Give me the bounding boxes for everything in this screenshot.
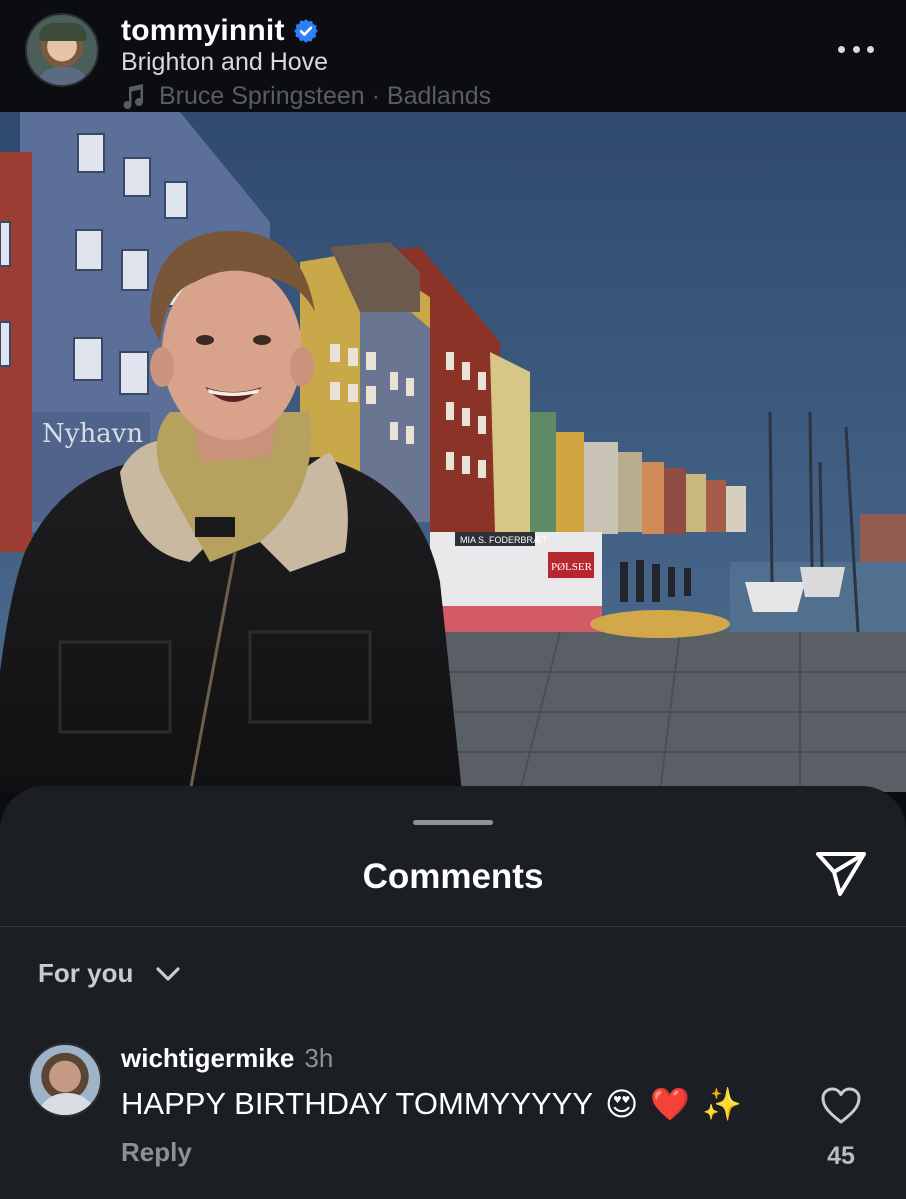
post-photo[interactable]: Nyhavn MIA S. FODERBRÆT PØLSER <box>0 112 906 792</box>
post-location[interactable]: Brighton and Hove <box>121 48 328 77</box>
like-count: 45 <box>827 1142 855 1170</box>
comment-body: HAPPY BIRTHDAY TOMMYYYYY 😍 ❤️ ✨ <box>121 1086 742 1122</box>
chevron-down-icon <box>156 966 180 981</box>
more-dot <box>838 45 845 53</box>
music-note-icon <box>123 83 144 109</box>
heart-outline-icon <box>821 1087 861 1124</box>
comments-title: Comments <box>362 857 544 896</box>
avatar-hood <box>36 1093 98 1115</box>
comment-header: wichtigermike 3h <box>121 1043 333 1074</box>
more-options-button[interactable] <box>834 34 878 64</box>
red-heart-emoji: ❤️ <box>650 1086 691 1122</box>
like-button[interactable] <box>820 1086 862 1126</box>
comments-sheet: Comments For you wichtigermike 3h HAPPY … <box>0 786 906 1199</box>
send-icon <box>816 852 866 896</box>
author-username[interactable]: tommyinnit <box>121 14 285 48</box>
more-dot <box>867 45 874 53</box>
verified-badge-icon <box>293 19 318 43</box>
avatar-cap <box>39 23 87 41</box>
photo-scene: Nyhavn MIA S. FODERBRÆT PØLSER <box>0 112 906 792</box>
share-button[interactable] <box>812 848 870 900</box>
reply-button[interactable]: Reply <box>121 1137 192 1168</box>
author-row: tommyinnit <box>121 14 319 48</box>
shop-sign: Nyhavn <box>42 419 143 449</box>
kiosk-banner: MIA S. FODERBRÆT <box>460 535 548 545</box>
post-header: tommyinnit Brighton and Hove Bruce Sprin… <box>0 0 906 112</box>
heart-eyes-emoji: 😍 <box>605 1086 639 1122</box>
sheet-divider <box>0 926 906 927</box>
sparkles-emoji: ✨ <box>702 1086 743 1122</box>
commenter-username[interactable]: wichtigermike <box>121 1043 294 1074</box>
filter-label: For you <box>38 958 134 988</box>
more-dot <box>852 45 860 53</box>
comment-text: HAPPY BIRTHDAY TOMMYYYYY <box>121 1086 594 1121</box>
avatar-shirt <box>35 67 91 85</box>
music-label: Bruce Springsteen · Badlands <box>159 82 492 110</box>
sheet-drag-handle[interactable] <box>413 820 493 825</box>
commenter-avatar[interactable] <box>28 1043 102 1117</box>
comment-time: 3h <box>304 1043 334 1073</box>
kiosk-sign: PØLSER <box>551 561 593 573</box>
comments-filter-dropdown[interactable]: For you <box>38 958 181 989</box>
music-attribution[interactable]: Bruce Springsteen · Badlands <box>121 82 491 111</box>
author-avatar[interactable] <box>25 13 99 87</box>
